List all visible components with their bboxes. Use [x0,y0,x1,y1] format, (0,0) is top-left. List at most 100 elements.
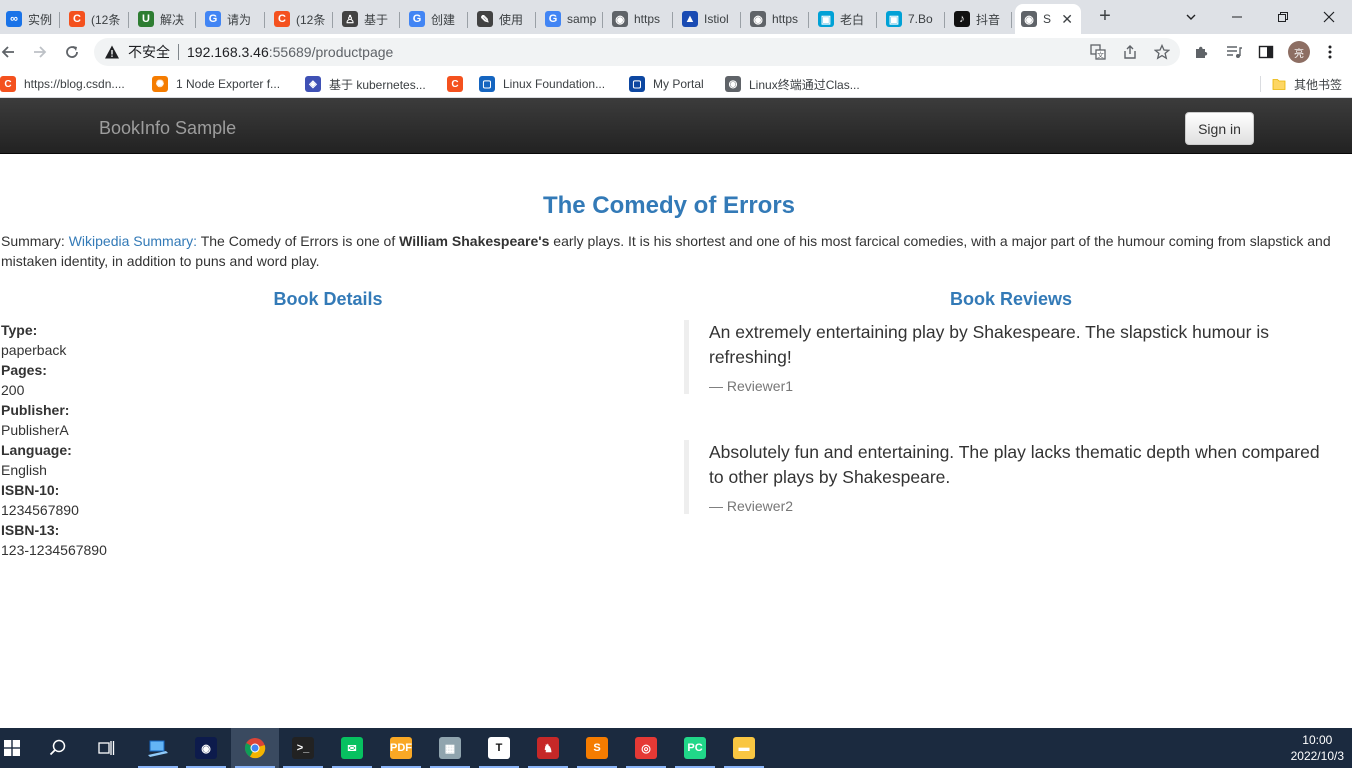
minimize-icon [1232,16,1242,18]
bookmark-label: Linux终端通过Clas... [749,77,860,92]
close-window-button[interactable] [1306,4,1352,30]
book-summary: Summary: Wikipedia Summary: The Comedy o… [1,231,1341,271]
taskbar-app-file-explorer[interactable]: ▬ [720,728,768,768]
side-panel-button[interactable] [1256,42,1276,62]
app-brand[interactable]: BookInfo Sample [99,118,236,139]
reload-button[interactable] [62,42,82,62]
taskbar-app-chrome[interactable] [231,728,279,768]
sign-in-button[interactable]: Sign in [1185,112,1254,145]
task-view-button[interactable] [82,728,130,768]
tab-label: https [634,12,661,26]
start-button[interactable] [0,728,36,768]
profile-avatar[interactable]: 亮 [1288,41,1310,63]
taskbar-app-pdf-app[interactable]: PDF [377,728,425,768]
translate-button[interactable]: 文 [1088,42,1108,62]
detail-value: 1234567890 [1,502,79,518]
bookmark-item[interactable]: ✺ 1 Node Exporter f... [152,76,280,92]
tab-favicon-icon: ♙ [342,11,358,27]
dark-app-icon: ◉ [195,737,217,759]
browser-tab[interactable]: ▣ 7.Bo [880,4,945,34]
tab-separator [602,12,603,28]
reading-list-button[interactable] [1224,42,1244,62]
close-tab-icon[interactable]: ✕ [1061,11,1073,28]
extensions-button[interactable] [1192,42,1212,62]
restore-button[interactable] [1260,4,1306,30]
taskbar-app-remote-app[interactable]: ▦ [426,728,474,768]
bookmark-item[interactable]: ▢ Linux Foundation... [479,76,605,92]
share-button[interactable] [1120,42,1140,62]
taskbar-app-typora[interactable]: T [475,728,523,768]
wikipedia-summary-link[interactable]: Wikipedia Summary: [69,233,197,249]
new-tab-button[interactable]: + [1095,6,1115,26]
minimize-button[interactable] [1214,4,1260,30]
detail-value: PublisherA [1,422,69,438]
bookmark-item[interactable]: ◉ Linux终端通过Clas... [725,76,860,92]
app-navbar: BookInfo Sample Sign in [0,98,1352,154]
tab-label: 使用 [499,12,524,27]
browser-tab[interactable]: ▲ Istiol [676,4,741,34]
side-panel-icon [1258,45,1274,59]
bookmark-item[interactable]: ◈ 基于 kubernetes... [305,76,426,92]
taskbar-app-pycharm[interactable]: PC [671,728,719,768]
browser-tab[interactable]: G 请为 [199,4,265,34]
summary-text: The Comedy of Errors is one of [197,233,400,249]
browser-tab[interactable]: ∞ 实例 [0,4,60,34]
search-button[interactable] [34,728,82,768]
summary-prefix: Summary: [1,233,69,249]
svg-text:文: 文 [1097,51,1104,60]
insecure-label[interactable]: 不安全 [128,42,170,62]
browser-tab[interactable]: G 创建 [403,4,468,34]
tab-label: (12条 [91,12,121,27]
taskbar-app-sublime[interactable]: S [573,728,621,768]
browser-tab[interactable]: C (12条 [268,4,333,34]
bookmark-star-button[interactable] [1152,42,1172,62]
tab-separator [740,12,741,28]
tab-separator [128,12,129,28]
browser-tab[interactable]: ♙ 基于 [336,4,400,34]
bookmark-favicon-icon: ▢ [479,76,495,92]
taskbar-app-netease-music[interactable]: ◎ [622,728,670,768]
bookmark-item[interactable]: Chttps://blog.csdn.... [0,76,125,92]
taskbar-app-wechat[interactable]: ✉ [328,728,376,768]
taskbar-app-dark-app[interactable]: ◉ [182,728,230,768]
bird-app-icon: ♞ [537,737,559,759]
browser-tab[interactable]: ◉ https [606,4,673,34]
browser-tab[interactable]: Gsamp [539,4,603,34]
tab-label: 解决 [160,12,185,27]
typora-icon: T [488,737,510,759]
bookmark-label: 基于 kubernetes... [329,77,426,92]
review-text: Absolutely fun and entertaining. The pla… [709,442,1320,487]
browser-tab[interactable]: U 解决 [132,4,196,34]
queue-music-icon [1227,46,1242,58]
browser-tab[interactable]: ▣ 老白 [812,4,877,34]
back-button[interactable] [0,42,18,62]
tab-label: samp [567,12,597,26]
browser-tab[interactable]: ✎ 使用 [471,4,536,34]
menu-button[interactable] [1320,42,1340,62]
browser-tab[interactable]: C (12条 [63,4,129,34]
browser-tab[interactable]: ◉ https [744,4,809,34]
tab-favicon-icon: C [274,11,290,27]
address-bar[interactable]: 不安全 192.168.3.46:55689/productpage [94,38,1180,66]
tab-separator [944,12,945,28]
taskbar-app-bird-app[interactable]: ♞ [524,728,572,768]
sublime-icon: S [586,737,608,759]
detail-label: Language: [1,442,72,458]
book-title: The Comedy of Errors [542,192,796,219]
puzzle-icon [1196,46,1208,58]
forward-button[interactable] [30,42,50,62]
share-icon [1124,45,1136,59]
tab-search-button[interactable] [1168,4,1214,30]
detail-label: ISBN-13: [1,522,60,538]
browser-toolbar: 不安全 192.168.3.46:55689/productpage 文 [0,34,1352,70]
detail-label: Type: [1,322,38,338]
other-bookmarks-folder[interactable]: 其他书签 [1272,76,1342,92]
bookmark-item[interactable]: C [447,76,471,92]
detail-value: 200 [1,382,25,398]
bookmark-item[interactable]: ▢ My Portal [629,76,704,92]
browser-tab[interactable]: ♪ 抖音 [948,4,1012,34]
browser-tab[interactable]: ◉ S ✕ [1015,4,1081,34]
taskbar-app-network-app[interactable] [134,728,182,768]
taskbar-app-terminal[interactable]: >_ [279,728,327,768]
system-clock[interactable]: 10:00 2022/10/3 [1291,732,1344,764]
